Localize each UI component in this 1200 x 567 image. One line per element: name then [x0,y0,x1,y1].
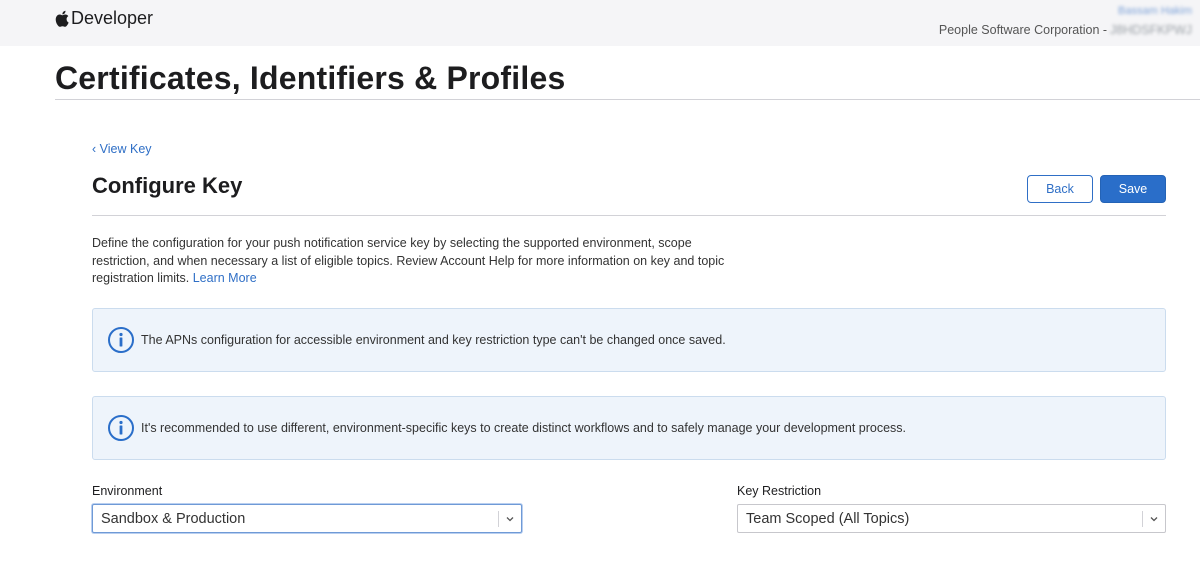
info-icon [108,415,134,441]
save-button[interactable]: Save [1100,175,1166,203]
page-title: Certificates, Identifiers & Profiles [55,60,566,96]
key-restriction-label: Key Restriction [737,484,822,498]
apple-logo-icon [55,10,69,27]
view-key-back-link[interactable]: ‹ View Key [92,142,152,156]
description-text: Define the configuration for your push n… [92,236,725,285]
chevron-down-icon [1150,517,1158,522]
environment-label: Environment [92,484,163,498]
org-label: People Software Corporation - [938,23,1108,37]
section-title: Configure Key [92,173,243,198]
learn-more-link[interactable]: Learn More [193,271,257,285]
team-id: J8HDSFKPWJ [1110,23,1192,37]
info-icon [108,327,134,353]
section-divider [92,215,1166,216]
select-divider [498,511,499,527]
notice-banner: It's recommended to use different, envir… [92,396,1166,460]
user-name[interactable]: Bassam Hakim [1118,5,1192,17]
select-divider [1142,511,1143,527]
environment-select[interactable]: Sandbox & Production [92,504,522,533]
key-restriction-value: Team Scoped (All Topics) [746,511,910,527]
environment-value: Sandbox & Production [101,511,246,527]
team-selector[interactable]: People Software Corporation - J8HDSFKPWJ [939,23,1192,37]
developer-brand[interactable]: Developer [55,8,153,29]
back-button[interactable]: Back [1027,175,1093,203]
notice-banner: The APNs configuration for accessible en… [92,308,1166,372]
top-bar: Developer Bassam Hakim People Software C… [0,0,1200,46]
notice-text: It's recommended to use different, envir… [141,421,907,435]
title-divider [55,99,1200,100]
chevron-down-icon [506,517,514,522]
description: Define the configuration for your push n… [92,235,752,288]
notice-text: The APNs configuration for accessible en… [141,333,726,347]
brand-label: Developer [71,8,154,28]
key-restriction-select[interactable]: Team Scoped (All Topics) [737,504,1166,533]
